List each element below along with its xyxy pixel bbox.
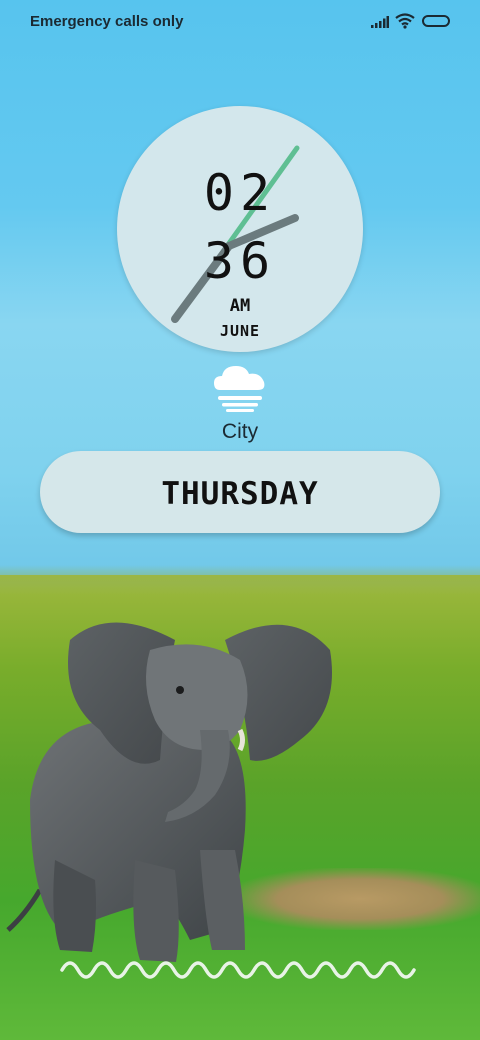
horizon-blur	[0, 565, 480, 595]
elephant-illustration	[6, 622, 332, 962]
wifi-icon	[395, 13, 415, 29]
status-bar: Emergency calls only	[0, 0, 480, 44]
clock-ampm: AM	[229, 296, 251, 316]
weather-city: City	[221, 420, 259, 443]
clock-hour: 02	[203, 164, 277, 222]
day-of-week-pill[interactable]: THURSDAY	[40, 451, 440, 533]
signal-bars-icon	[371, 16, 389, 28]
wave-line-icon[interactable]	[58, 950, 422, 990]
battery-icon	[422, 15, 450, 27]
clock-month: JUNE	[219, 322, 261, 340]
cloud-fog-icon[interactable]	[212, 360, 268, 414]
carrier-status-text: Emergency calls only	[30, 13, 184, 30]
clock-widget[interactable]: 02 36 AM JUNE	[117, 106, 363, 352]
day-of-week-label: THURSDAY	[161, 476, 319, 512]
clock-minute: 36	[203, 232, 277, 290]
